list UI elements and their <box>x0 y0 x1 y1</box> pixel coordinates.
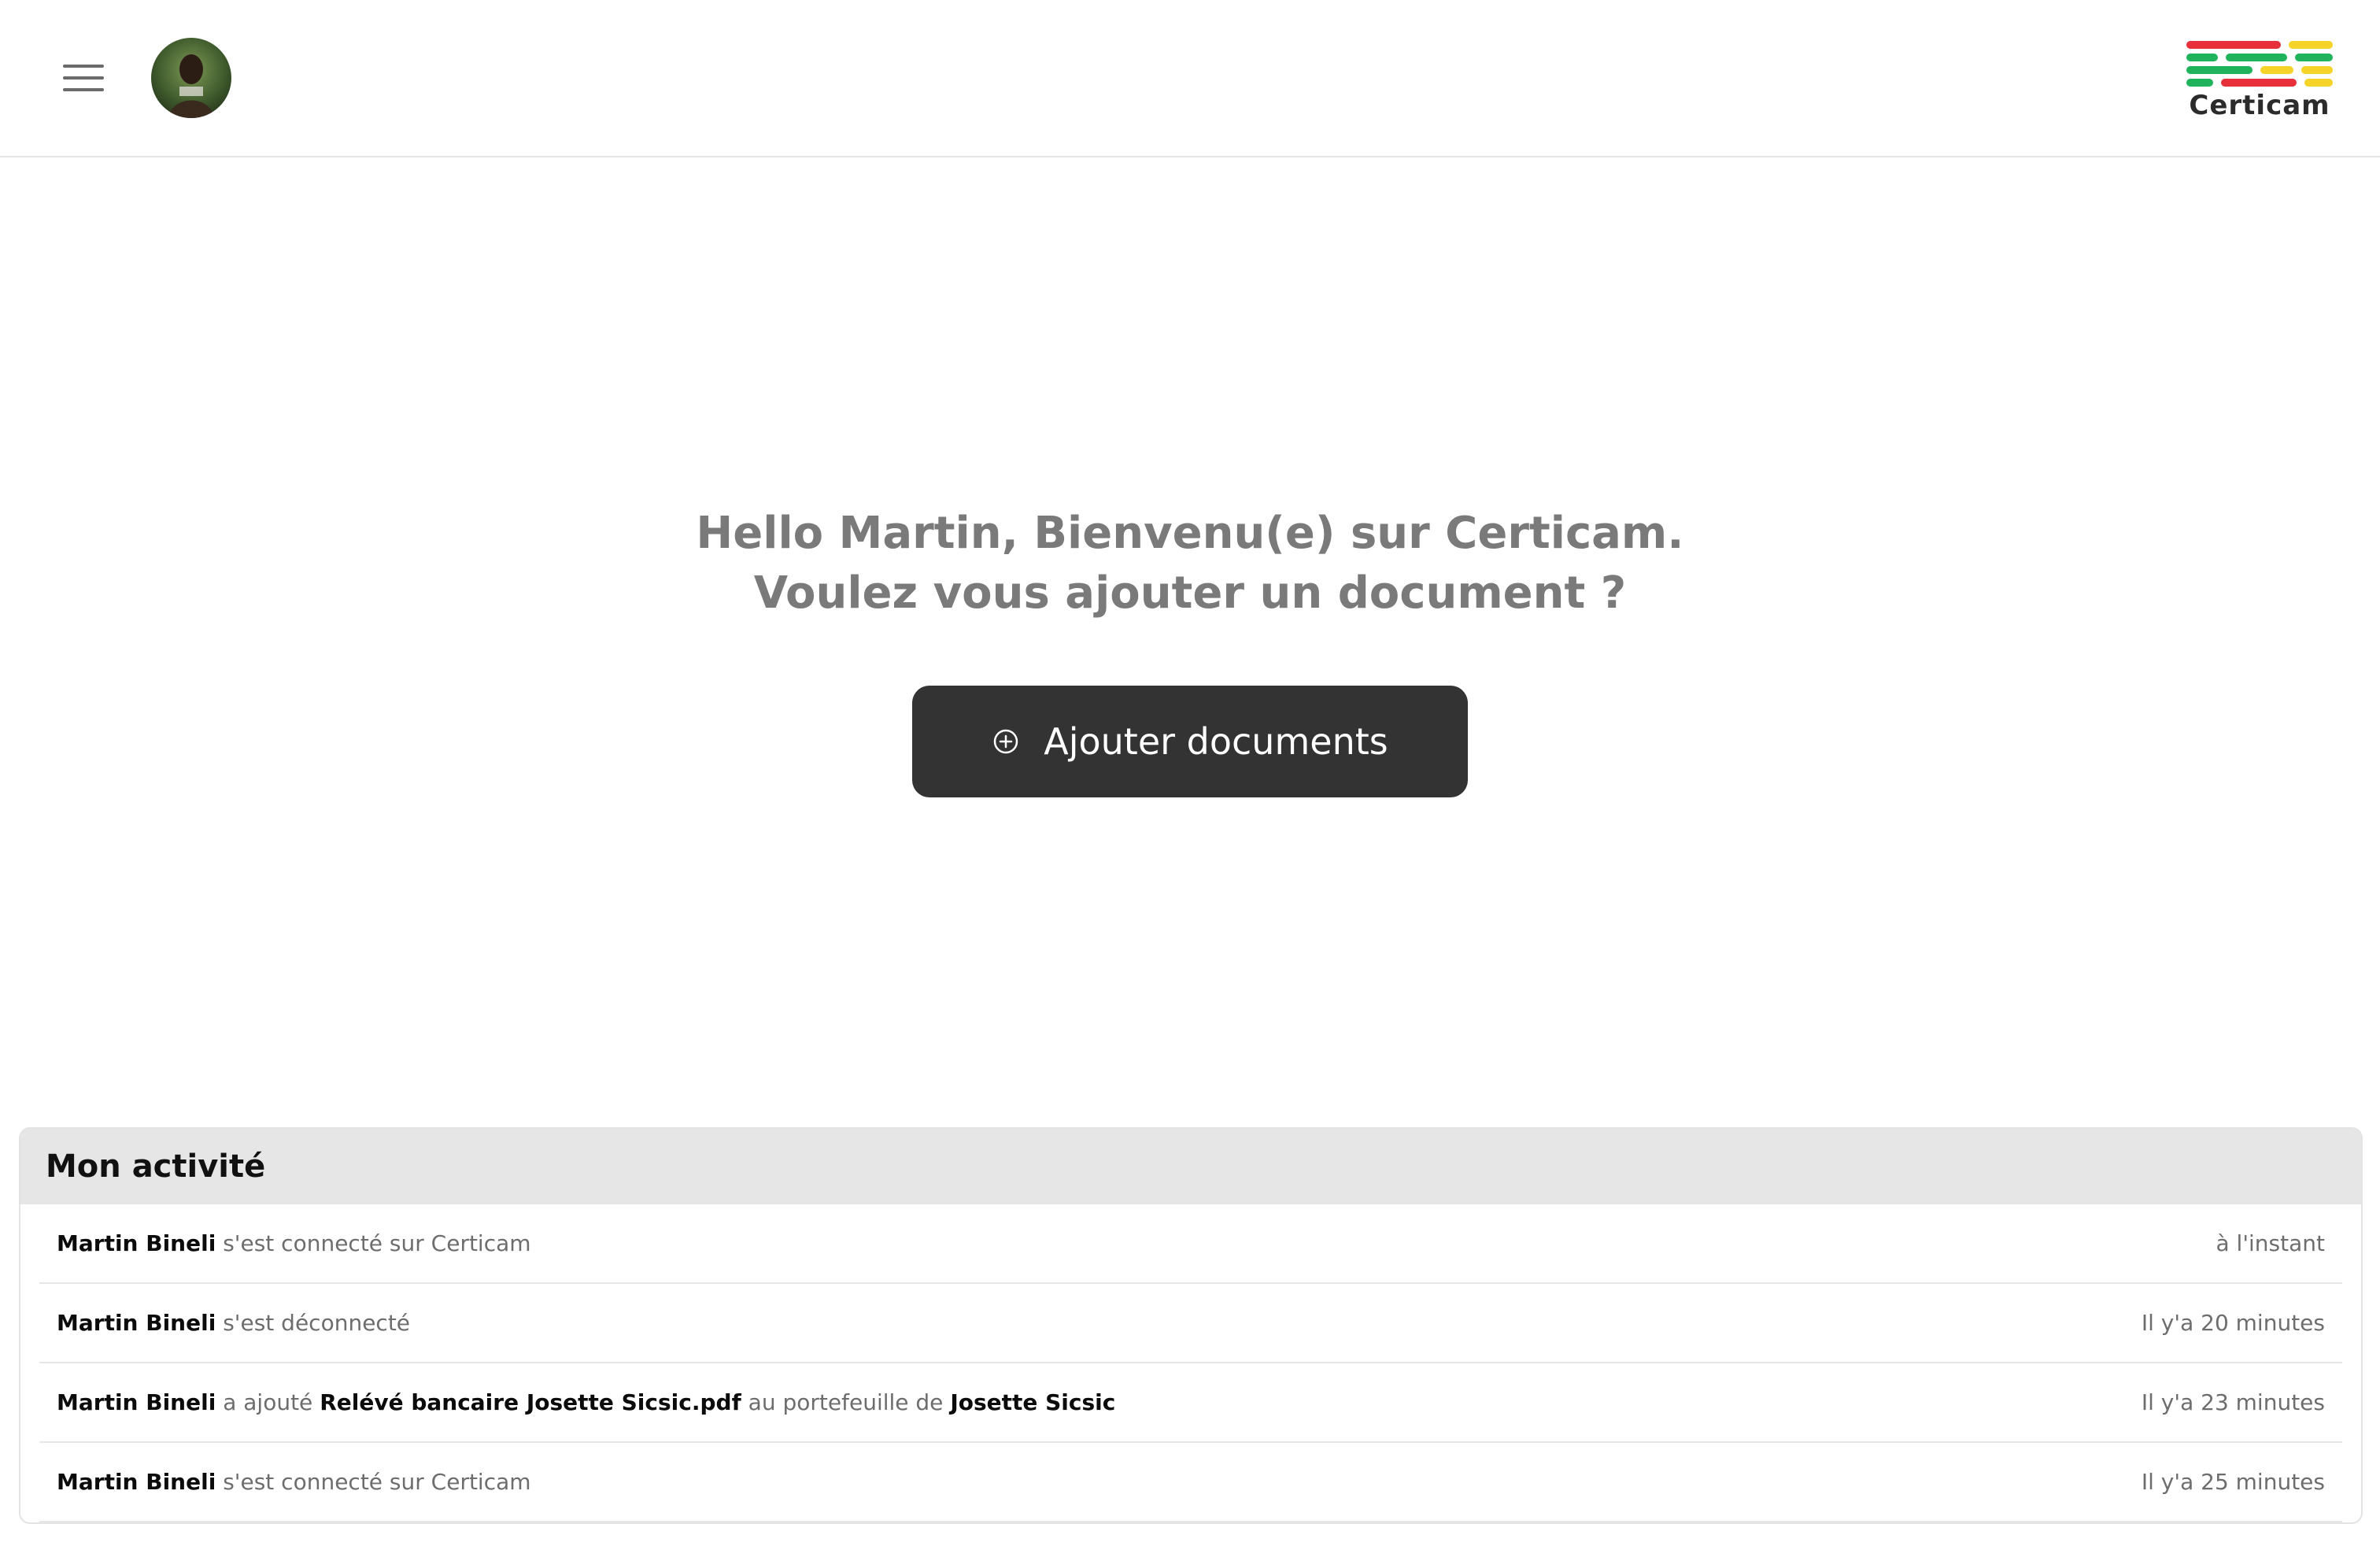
activity-time: Il y'a 23 minutes <box>2141 1389 2325 1415</box>
activity-row[interactable]: Martin Bineli a ajouté Relévé bancaire J… <box>39 1363 2342 1443</box>
plus-circle-icon <box>994 729 1018 754</box>
activity-action: s'est connecté sur Certicam <box>216 1469 531 1495</box>
activity-title: Mon activité <box>46 1148 266 1185</box>
activity-user: Martin Bineli <box>57 1469 216 1495</box>
activity-time: Il y'a 20 minutes <box>2141 1310 2325 1336</box>
activity-row[interactable]: Martin Bineli s'est connecté sur Certica… <box>39 1204 2342 1284</box>
activity-user: Martin Bineli <box>57 1310 216 1336</box>
welcome-line-1: Hello Martin, Bienvenu(e) sur Certicam. <box>696 508 1684 559</box>
add-documents-button[interactable]: Ajouter documents <box>912 686 1468 797</box>
activity-document-name[interactable]: Relévé bancaire Josette Sicsic.pdf <box>320 1389 741 1415</box>
welcome-line-2: Voulez vous ajouter un document ? <box>753 568 1627 619</box>
activity-action-connector: au portefeuille de <box>741 1389 951 1415</box>
activity-panel: Mon activité Martin Bineli s'est connect… <box>19 1127 2363 1524</box>
activity-action: a ajouté <box>216 1389 320 1415</box>
logo-text: Certicam <box>2189 90 2330 121</box>
welcome-heading: Hello Martin, Bienvenu(e) sur Certicam. … <box>0 504 2380 623</box>
activity-message: Martin Bineli s'est connecté sur Certica… <box>57 1230 531 1256</box>
activity-header: Mon activité <box>20 1129 2361 1204</box>
top-bar: Certicam <box>0 0 2380 157</box>
certicam-logo: Certicam <box>2185 38 2334 124</box>
user-avatar[interactable] <box>151 38 231 118</box>
activity-time: Il y'a 25 minutes <box>2141 1469 2325 1495</box>
activity-message: Martin Bineli s'est déconnecté <box>57 1310 410 1336</box>
hamburger-menu-icon[interactable] <box>63 61 107 94</box>
activity-user: Martin Bineli <box>57 1389 216 1415</box>
activity-action: s'est déconnecté <box>216 1310 411 1336</box>
add-documents-label: Ajouter documents <box>1044 720 1388 763</box>
activity-target-user[interactable]: Josette Sicsic <box>950 1389 1115 1415</box>
activity-action: s'est connecté sur Certicam <box>216 1230 531 1256</box>
activity-message: Martin Bineli a ajouté Relévé bancaire J… <box>57 1389 1115 1415</box>
activity-list: Martin Bineli s'est connecté sur Certica… <box>20 1204 2361 1522</box>
activity-user: Martin Bineli <box>57 1230 216 1256</box>
activity-row[interactable]: Martin Bineli s'est déconnecté Il y'a 20… <box>39 1284 2342 1363</box>
activity-row[interactable]: Martin Bineli s'est connecté sur Certica… <box>39 1443 2342 1522</box>
activity-message: Martin Bineli s'est connecté sur Certica… <box>57 1469 531 1495</box>
activity-time: à l'instant <box>2216 1230 2325 1256</box>
